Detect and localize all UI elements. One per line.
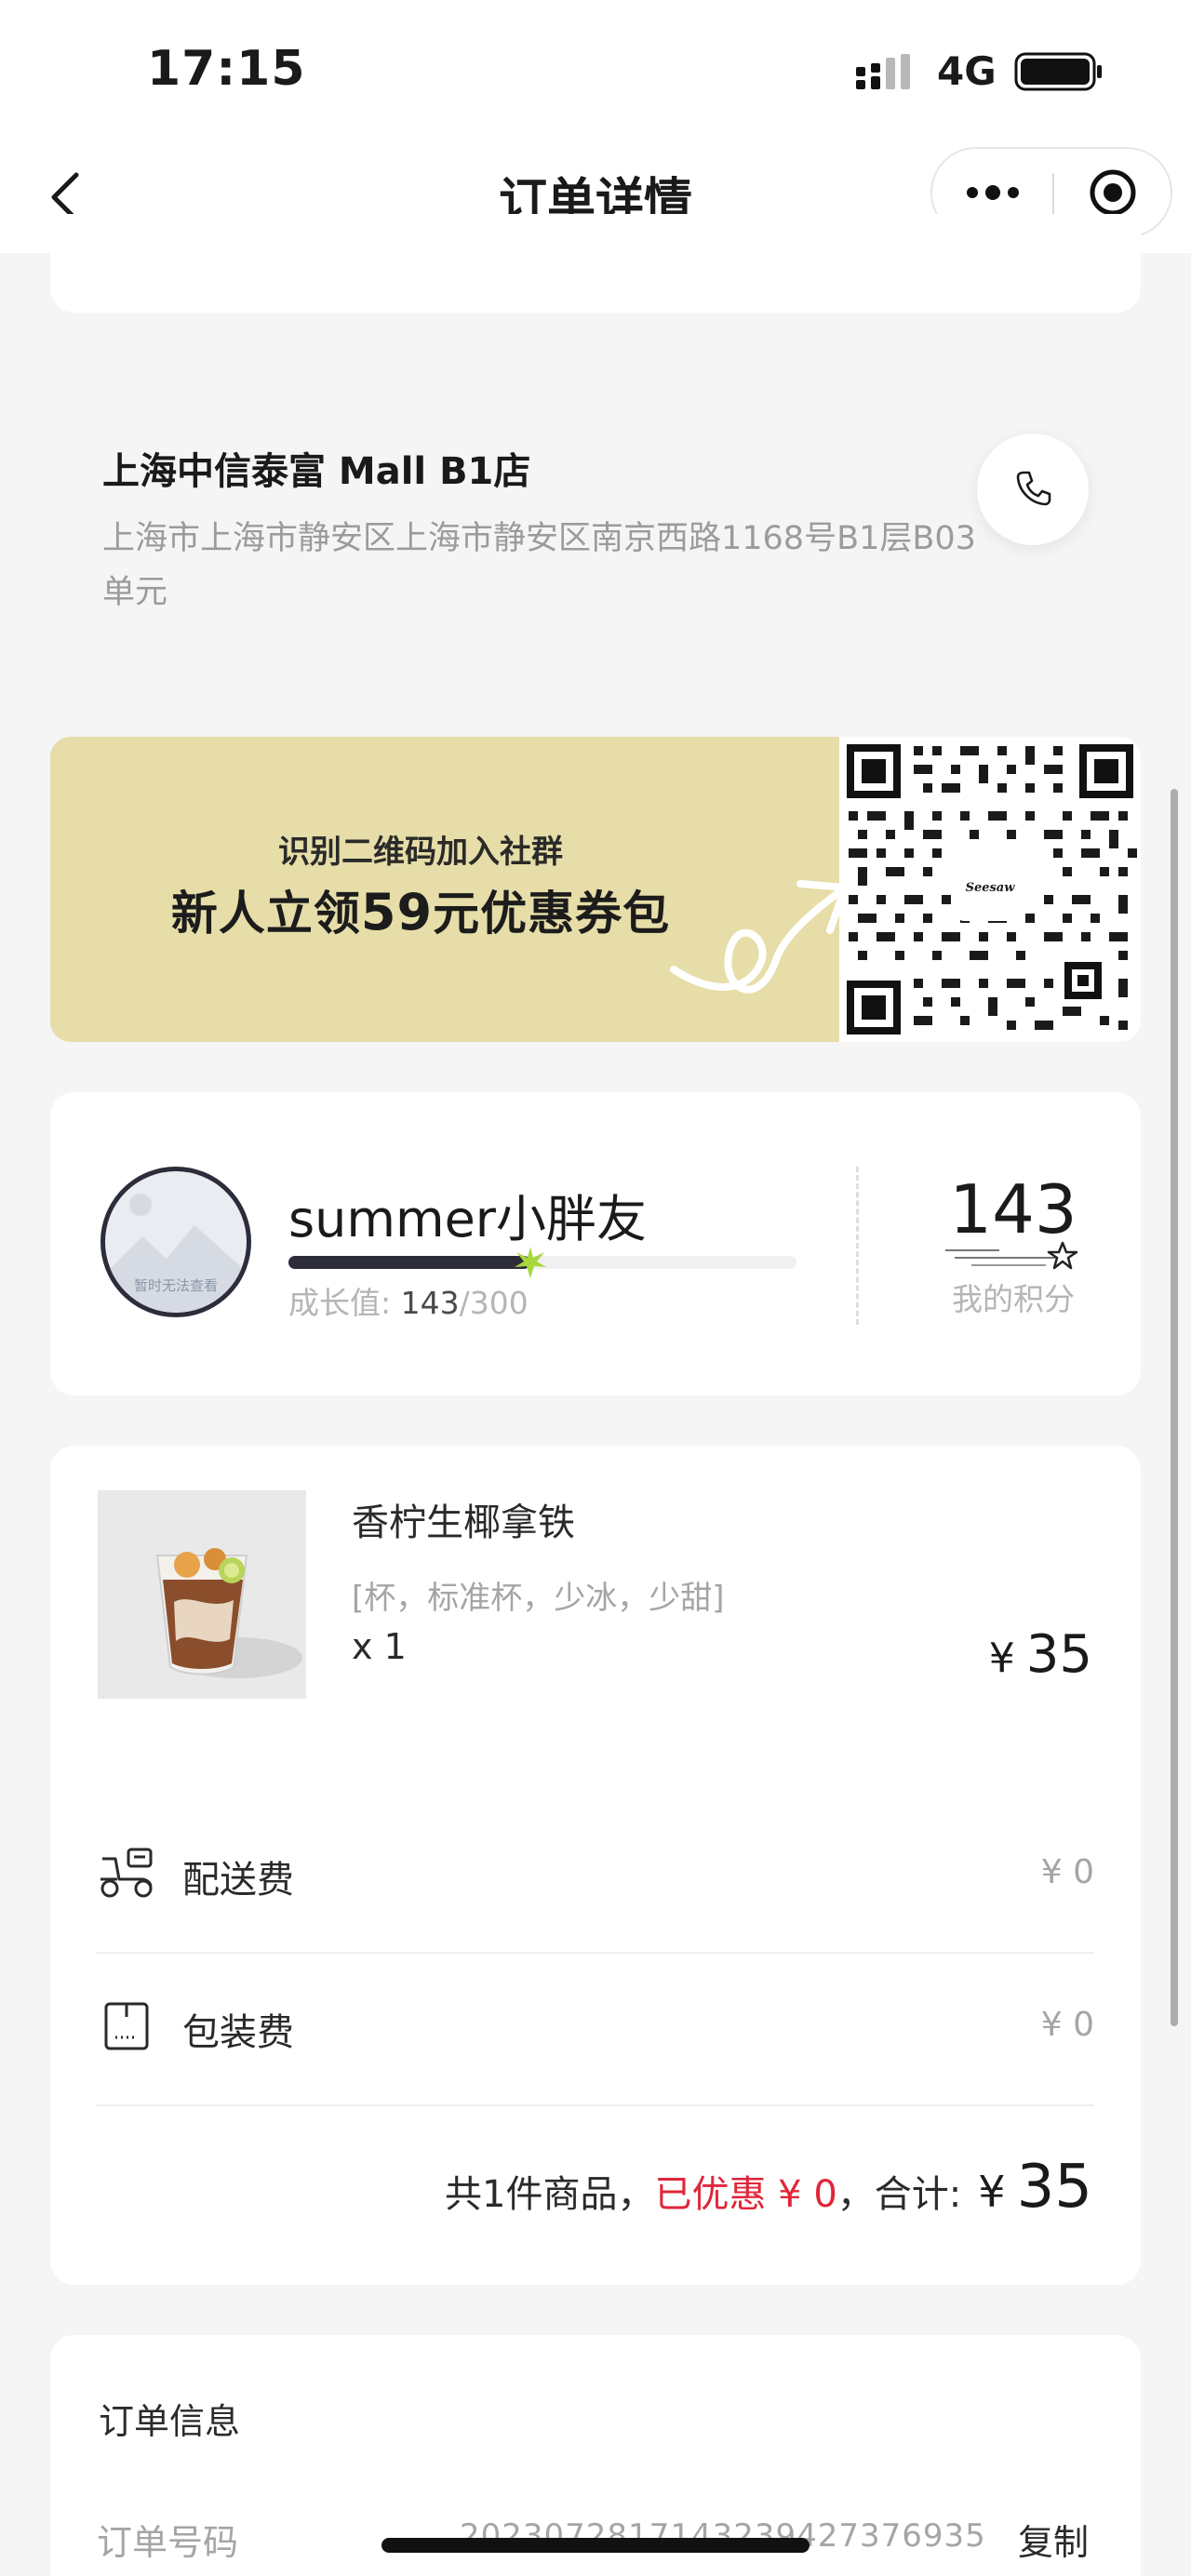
growth-total: /300 (459, 1285, 529, 1321)
product-price-amount: 35 (1025, 1624, 1092, 1685)
ellipsis-icon (967, 185, 1019, 200)
previous-card (50, 214, 1141, 313)
delivery-fee-label: 配送费 (182, 1859, 294, 1902)
product-image (98, 1490, 306, 1699)
growth-current: 143 (400, 1285, 460, 1321)
package-bag-icon (104, 2002, 149, 2050)
product-spec: [杯，标准杯，少冰，少甜] (352, 1580, 725, 1617)
total-label: 合计: (874, 2173, 962, 2216)
divider (97, 2104, 1094, 2106)
status-bar: 17:15 4G (0, 0, 1191, 140)
order-info-title: 订单信息 (99, 2401, 241, 2442)
scooter-icon (100, 1848, 153, 1898)
product-price-currency: ¥ (988, 1635, 1015, 1682)
total-amount: 35 (1016, 2153, 1092, 2222)
points-value[interactable]: 143 (888, 1170, 1139, 1248)
target-icon (1090, 169, 1136, 216)
member-divider (856, 1167, 859, 1325)
star-points-icon (945, 1241, 1078, 1270)
battery-icon (1014, 52, 1102, 91)
product-price: ¥35 (989, 1624, 1092, 1685)
product-quantity: x 1 (352, 1626, 407, 1667)
summary-separator: ， (836, 2173, 875, 2216)
growth-progress-bar (288, 1247, 796, 1278)
growth-label: 成长值: (288, 1285, 401, 1321)
promo-title-suffix: 元优惠券包 (433, 887, 671, 941)
packaging-fee-row: 包装费 ¥ 0 (97, 1954, 1094, 2106)
store-name: 上海中信泰富 Mall B1店 (102, 450, 531, 493)
scrollbar[interactable] (1171, 789, 1178, 2026)
signal-icon (856, 54, 910, 89)
call-store-button[interactable] (977, 434, 1089, 545)
home-indicator[interactable] (381, 2538, 810, 2553)
community-promo-banner[interactable]: 识别二维码加入社群 新人立领59元优惠券包 Seesaw (50, 737, 1141, 1042)
iced-coffee-image (98, 1490, 306, 1699)
member-card[interactable]: 暂时无法查看 summer小胖友 成长值: 143/300 143 我的积分 (50, 1092, 1141, 1395)
sparkle-icon (515, 1247, 547, 1278)
store-address: 上海市上海市静安区上海市静安区南京西路1168号B1层B03单元 (102, 520, 976, 611)
product-name: 香柠生椰拿铁 (352, 1502, 575, 1544)
store-info: 上海中信泰富 Mall B1店 上海市上海市静安区上海市静安区南京西路1168号… (50, 400, 1141, 642)
qr-code[interactable]: Seesaw (839, 737, 1141, 1042)
growth-progress-fill (288, 1256, 531, 1269)
curly-arrow-icon (670, 880, 849, 994)
item-count: 共1件商品， (445, 2173, 655, 2216)
qr-brand-logo: Seesaw (957, 854, 1024, 921)
phone-icon (1016, 471, 1051, 506)
delivery-fee-value: ¥ 0 (1040, 1853, 1094, 1891)
discount-amount: 已优惠 ¥ 0 (654, 2173, 837, 2216)
growth-value-text: 成长值: 143/300 (288, 1278, 529, 1323)
avatar-placeholder-text: 暂时无法查看 (133, 1277, 218, 1294)
member-name: summer小胖友 (288, 1190, 647, 1248)
promo-amount: 59 (360, 883, 434, 941)
order-summary: 共1件商品， 已优惠 ¥ 0 ， 合计: ¥ 35 (445, 2153, 1092, 2222)
order-items-card: 香柠生椰拿铁 [杯，标准杯，少冰，少甜] x 1 ¥35 配送费 ¥ 0 包装费… (50, 1446, 1141, 2285)
copy-button[interactable]: 复制 (1018, 2514, 1089, 2565)
packaging-fee-value: ¥ 0 (1040, 2006, 1094, 2044)
total-currency: ¥ (978, 2167, 1006, 2217)
delivery-fee-row: 配送费 ¥ 0 (97, 1801, 1094, 1954)
network-label: 4G (937, 48, 997, 94)
points-label: 我的积分 (952, 1281, 1075, 1317)
order-number-label: 订单号码 (97, 2522, 239, 2563)
promo-title-prefix: 新人立领 (170, 887, 361, 941)
status-time: 17:15 (147, 41, 306, 97)
avatar[interactable]: 暂时无法查看 (100, 1167, 251, 1317)
packaging-fee-label: 包装费 (182, 2011, 294, 2054)
